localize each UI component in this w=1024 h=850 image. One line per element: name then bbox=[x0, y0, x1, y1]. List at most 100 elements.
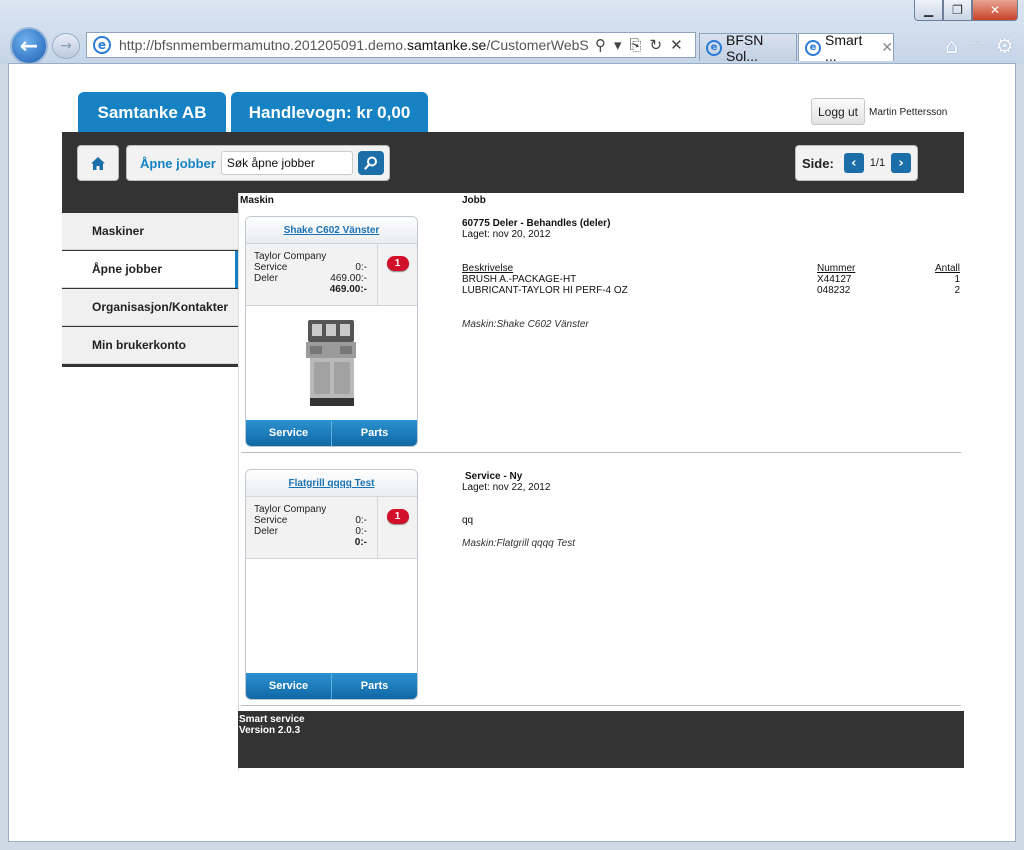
refresh-icon[interactable]: ↻ bbox=[650, 36, 663, 54]
parts-button[interactable]: Parts bbox=[331, 420, 417, 446]
part-description: BRUSH A.-PACKAGE-HT bbox=[462, 274, 577, 285]
job-title: 60775 Deler - Behandles (deler) bbox=[462, 218, 611, 229]
row-divider bbox=[241, 705, 961, 706]
sidebar-item-organisasjon[interactable]: Organisasjon/Kontakter bbox=[62, 289, 238, 326]
parts-label: Deler bbox=[254, 526, 278, 537]
address-bar[interactable]: e http://bfsnmembermamutno.201205091.dem… bbox=[86, 32, 696, 58]
parts-label: Deler bbox=[254, 273, 278, 284]
part-number: 048232 bbox=[817, 285, 851, 296]
job-details: Service - Ny Laget: nov 22, 2012 bbox=[462, 471, 550, 493]
browser-tab-smart[interactable]: e Smart ... ✕ bbox=[798, 31, 894, 64]
total-value: 469.00:- bbox=[329, 284, 367, 295]
job-created: Laget: nov 20, 2012 bbox=[462, 229, 551, 240]
header-number: Nummer bbox=[817, 263, 856, 274]
browser-tab-bfsn[interactable]: e BFSN Sol... bbox=[699, 31, 797, 64]
header-description: Beskrivelse bbox=[462, 263, 514, 274]
tab-label: Smart ... bbox=[825, 31, 863, 64]
service-value: 0:- bbox=[355, 515, 367, 526]
shake-machine-image bbox=[305, 320, 356, 406]
sidebar: Maskiner Åpne jobber Organisasjon/Kontak… bbox=[62, 193, 238, 367]
sidebar-item-label: Åpne jobber bbox=[92, 262, 163, 276]
pagination: Side: ‹ 1/1 › bbox=[795, 145, 918, 181]
window-controls: ▁ ❐ ✕ bbox=[914, 0, 1018, 21]
home-button[interactable] bbox=[77, 145, 119, 181]
page-viewport: Samtanke AB Handlevogn: kr 0,00 Logg ut … bbox=[8, 63, 1016, 842]
jobs-list: Maskin Jobb Shake C602 Vänster Taylor Co… bbox=[238, 193, 964, 771]
toolbar: Åpne jobber Side: ‹ 1/1 › bbox=[62, 132, 964, 193]
user-name: Martin Pettersson bbox=[869, 107, 948, 118]
service-button[interactable]: Service bbox=[246, 673, 331, 699]
maximize-icon[interactable]: ❐ bbox=[943, 0, 972, 21]
machine-card: Flatgrill qqqq Test Taylor Company Servi… bbox=[245, 469, 418, 700]
machine-name-link[interactable]: Shake C602 Vänster bbox=[246, 217, 417, 244]
url-prefix: http://bfsnmembermamutno.201205091.demo. bbox=[119, 37, 407, 53]
company-tab[interactable]: Samtanke AB bbox=[78, 92, 226, 133]
parts-value: 469.00:- bbox=[330, 273, 367, 284]
part-quantity: 1 bbox=[954, 274, 960, 285]
column-header-machine: Maskin bbox=[240, 195, 274, 206]
page-number: 1/1 bbox=[869, 157, 886, 169]
sidebar-item-maskiner[interactable]: Maskiner bbox=[62, 213, 238, 250]
search-input[interactable] bbox=[220, 151, 353, 175]
job-count-badge: 1 bbox=[386, 509, 409, 524]
job-title: Service - Ny bbox=[465, 471, 523, 482]
machine-name-link[interactable]: Flatgrill qqqq Test bbox=[246, 470, 417, 497]
table-row: BRUSH A.-PACKAGE-HT X44127 1 bbox=[462, 274, 960, 285]
gear-icon[interactable]: ⚙ bbox=[995, 34, 1014, 58]
next-page-icon[interactable]: › bbox=[891, 153, 912, 173]
job-details: 60775 Deler - Behandles (deler) Laget: n… bbox=[462, 218, 610, 240]
search-icon[interactable]: ⚲ bbox=[595, 36, 606, 54]
browser-chrome: ▁ ❐ ✕ ← → e http://bfsnmembermamutno.201… bbox=[0, 0, 1024, 65]
ie-logo-icon: e bbox=[706, 39, 722, 56]
ie-logo-icon: e bbox=[805, 39, 821, 56]
sidebar-item-label: Min brukerkonto bbox=[92, 338, 187, 352]
machine-company: Taylor Company bbox=[254, 504, 327, 515]
address-url[interactable]: http://bfsnmembermamutno.201205091.demo.… bbox=[119, 37, 589, 53]
sidebar-item-apne-jobber[interactable]: Åpne jobber bbox=[62, 251, 238, 288]
forward-arrow-icon[interactable]: → bbox=[52, 33, 80, 59]
machine-note: Maskin:Shake C602 Vänster bbox=[462, 319, 589, 330]
sidebar-item-brukerkonto[interactable]: Min brukerkonto bbox=[62, 327, 238, 364]
parts-value: 0:- bbox=[355, 526, 367, 537]
footer-version: Version 2.0.3 bbox=[239, 725, 301, 736]
home-icon[interactable]: ⌂ bbox=[945, 34, 958, 58]
service-button[interactable]: Service bbox=[246, 420, 331, 446]
tab-label: BFSN Sol... bbox=[726, 31, 764, 64]
search-label: Åpne jobber bbox=[140, 155, 216, 171]
ie-logo-icon: e bbox=[93, 36, 111, 54]
compatibility-view-icon[interactable]: ⎘ bbox=[630, 36, 642, 54]
machine-note: Maskin:Flatgrill qqqq Test bbox=[462, 538, 576, 549]
logout-button[interactable]: Logg ut bbox=[811, 98, 865, 125]
favorites-star-icon[interactable]: ☆ bbox=[967, 34, 986, 58]
footer: Smart service Version 2.0.3 bbox=[238, 711, 964, 768]
job-count-badge: 1 bbox=[386, 256, 409, 271]
machine-info: Taylor Company Service 0:- Deler 469.00:- … bbox=[246, 244, 417, 306]
parts-table-header: Beskrivelse Nummer Antall bbox=[462, 263, 960, 274]
table-row: LUBRICANT-TAYLOR HI PERF-4 OZ 048232 2 bbox=[462, 285, 960, 296]
search-group: Åpne jobber bbox=[126, 145, 390, 181]
close-window-icon[interactable]: ✕ bbox=[972, 0, 1018, 21]
home-icon bbox=[91, 156, 105, 170]
service-value: 0:- bbox=[355, 262, 367, 273]
part-quantity: 2 bbox=[954, 285, 960, 296]
close-tab-icon[interactable]: ✕ bbox=[881, 39, 893, 56]
prev-page-icon[interactable]: ‹ bbox=[843, 153, 864, 173]
page-label: Side: bbox=[802, 155, 834, 171]
job-description: qq bbox=[462, 515, 474, 526]
dropdown-icon[interactable]: ▾ bbox=[614, 36, 622, 54]
back-arrow-icon[interactable]: ← bbox=[10, 27, 48, 65]
url-suffix: /CustomerWebSite/V bbox=[486, 37, 589, 53]
service-label: Service bbox=[254, 515, 288, 526]
cart-tab[interactable]: Handlevogn: kr 0,00 bbox=[231, 92, 428, 133]
part-number: X44127 bbox=[817, 274, 852, 285]
minimize-icon[interactable]: ▁ bbox=[914, 0, 943, 21]
header-quantity: Antall bbox=[934, 263, 960, 274]
stop-icon[interactable]: ✕ bbox=[670, 36, 683, 54]
parts-button[interactable]: Parts bbox=[331, 673, 417, 699]
search-button[interactable] bbox=[357, 151, 384, 175]
part-description: LUBRICANT-TAYLOR HI PERF-4 OZ bbox=[462, 285, 628, 296]
machine-image bbox=[246, 559, 417, 673]
machine-company: Taylor Company bbox=[254, 251, 327, 262]
job-created: Laget: nov 22, 2012 bbox=[462, 482, 551, 493]
machine-info: Taylor Company Service 0:- Deler 0:- 0:- 1 bbox=[246, 497, 417, 559]
